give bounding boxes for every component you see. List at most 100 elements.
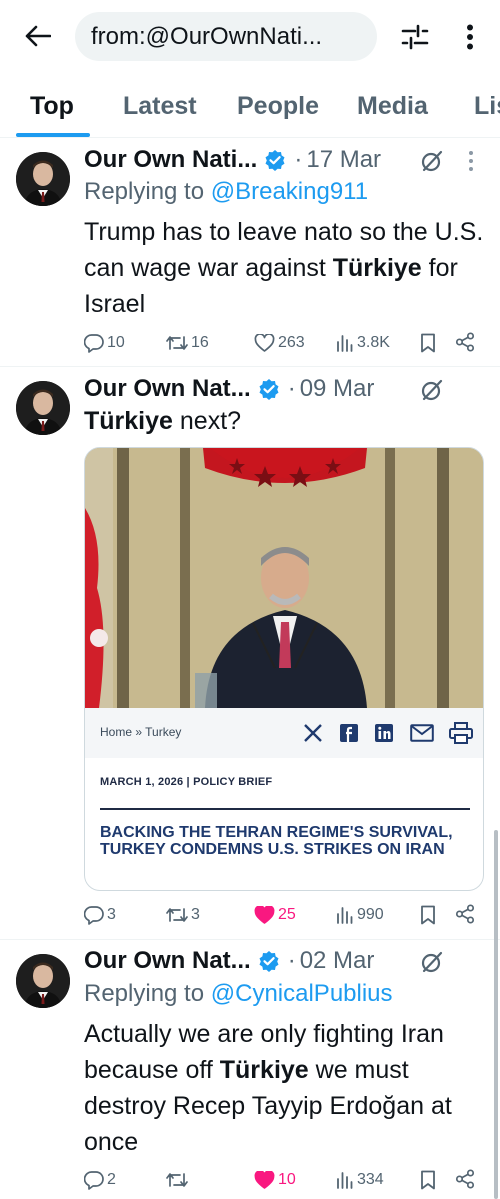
views-button[interactable]: 3.8K xyxy=(336,328,390,358)
reply-handle-link[interactable]: @CynicalPublius xyxy=(211,980,393,1007)
heart-filled-icon xyxy=(254,905,275,924)
author-name[interactable]: Our Own Nat... xyxy=(84,947,251,975)
repost-icon xyxy=(166,908,188,922)
reply-button[interactable]: 2 xyxy=(84,1165,116,1195)
verified-badge-icon xyxy=(259,951,279,972)
reply-icon xyxy=(84,334,104,353)
grok-icon[interactable] xyxy=(419,949,445,975)
article-photo[interactable] xyxy=(85,448,483,708)
tweet-more-icon[interactable] xyxy=(466,150,476,172)
tweet[interactable]: Our Own Nati... · 17 Mar Replying to @Br… xyxy=(0,138,500,367)
tweet-text-part: next? xyxy=(172,407,242,435)
article-nav-bar: Home » Turkey xyxy=(85,708,483,758)
views-button[interactable]: 990 xyxy=(336,900,384,930)
tab-people[interactable]: People xyxy=(237,92,319,121)
like-count: 263 xyxy=(278,334,305,351)
reply-count: 3 xyxy=(107,906,116,923)
repost-button[interactable] xyxy=(166,1165,191,1195)
bookmark-icon[interactable] xyxy=(420,905,436,925)
views-chart-icon xyxy=(337,1172,353,1189)
repost-icon xyxy=(166,1173,188,1187)
search-filter-button[interactable] xyxy=(398,20,432,54)
bookmark-icon[interactable] xyxy=(420,1170,436,1190)
avatar[interactable] xyxy=(16,152,70,206)
article-breadcrumb[interactable]: Home » Turkey xyxy=(100,725,181,739)
tab-latest[interactable]: Latest xyxy=(123,92,197,121)
tweet-date[interactable]: 09 Mar xyxy=(300,375,375,403)
embedded-article-card[interactable]: Home » Turkey MARCH 1, 2026 | POLICY BRI… xyxy=(84,447,484,891)
verified-badge-icon xyxy=(259,379,279,400)
view-count: 3.8K xyxy=(357,334,390,351)
separator-dot: · xyxy=(287,375,296,402)
views-button[interactable]: 334 xyxy=(336,1165,384,1195)
grok-icon[interactable] xyxy=(419,148,445,174)
search-tabs: Top Latest People Media Lis xyxy=(0,76,500,138)
tweet-actions: 3 3 25 990 xyxy=(84,900,484,930)
tweet-actions: 2 10 334 xyxy=(84,1165,484,1195)
tweet[interactable]: Our Own Nat... · 02 Mar Replying to @Cyn… xyxy=(0,940,500,1199)
replying-to-label: Replying to xyxy=(84,980,205,1007)
replying-to: Replying to @Breaking911 xyxy=(84,178,368,206)
tweet-text: Trump has to leave nato so the U.S. can … xyxy=(84,214,484,322)
tab-lists[interactable]: Lis xyxy=(474,92,500,121)
like-button[interactable]: 263 xyxy=(254,328,305,358)
grok-icon[interactable] xyxy=(419,377,445,403)
sliders-icon xyxy=(401,24,429,50)
like-button[interactable]: 25 xyxy=(254,900,296,930)
view-count: 990 xyxy=(357,906,384,923)
heart-filled-icon xyxy=(254,1170,275,1189)
arrow-left-icon xyxy=(25,25,51,47)
avatar[interactable] xyxy=(16,954,70,1008)
author-name[interactable]: Our Own Nat... xyxy=(84,375,251,403)
tweet-actions: 10 16 263 3.8K xyxy=(84,328,484,358)
reply-count: 2 xyxy=(107,1171,116,1188)
email-icon[interactable] xyxy=(409,724,434,742)
facebook-icon[interactable] xyxy=(339,723,359,743)
reply-button[interactable]: 3 xyxy=(84,900,116,930)
view-count: 334 xyxy=(357,1171,384,1188)
tweet-text: Actually we are only fighting Iran becau… xyxy=(84,1016,484,1160)
article-divider xyxy=(100,808,470,810)
repost-count: 16 xyxy=(191,334,209,351)
article-meta: MARCH 1, 2026 | POLICY BRIEF xyxy=(100,776,273,788)
avatar[interactable] xyxy=(16,381,70,435)
linkedin-icon[interactable] xyxy=(374,723,394,743)
vertical-ellipsis-icon xyxy=(467,24,473,50)
tweet-text: Türkiye next? xyxy=(84,403,484,439)
tweet-header: Our Own Nati... · 17 Mar xyxy=(84,144,381,176)
heart-icon xyxy=(254,333,275,352)
tweet-date[interactable]: 02 Mar xyxy=(300,947,375,975)
views-chart-icon xyxy=(337,335,353,352)
tweet-date[interactable]: 17 Mar xyxy=(306,146,381,174)
like-count: 25 xyxy=(278,906,296,923)
repost-button[interactable]: 16 xyxy=(166,328,209,358)
reply-handle-link[interactable]: @Breaking911 xyxy=(211,178,368,205)
reply-button[interactable]: 10 xyxy=(84,328,125,358)
article-share-icons xyxy=(303,720,473,746)
repost-button[interactable]: 3 xyxy=(166,900,200,930)
share-icon[interactable] xyxy=(455,1169,475,1189)
print-icon[interactable] xyxy=(449,722,473,744)
verified-badge-icon xyxy=(265,150,285,171)
share-icon[interactable] xyxy=(455,332,475,352)
tweet[interactable]: Our Own Nat... · 09 Mar Türkiye next? Ho… xyxy=(0,367,500,940)
like-count: 10 xyxy=(278,1171,296,1188)
tweet-text-bold: Türkiye xyxy=(84,407,173,435)
tweet-header: Our Own Nat... · 09 Mar xyxy=(84,373,374,405)
like-button[interactable]: 10 xyxy=(254,1165,296,1195)
share-icon[interactable] xyxy=(455,904,475,924)
tweet-header: Our Own Nat... · 02 Mar xyxy=(84,945,374,977)
x-logo-icon[interactable] xyxy=(303,723,323,743)
back-button[interactable] xyxy=(22,20,54,52)
author-name[interactable]: Our Own Nati... xyxy=(84,146,257,174)
bookmark-icon[interactable] xyxy=(420,333,436,353)
article-title[interactable]: BACKING THE TEHRAN REGIME'S SURVIVAL, TU… xyxy=(100,824,470,858)
search-field[interactable] xyxy=(75,12,377,61)
scrollbar[interactable] xyxy=(494,830,498,1199)
replying-to-label: Replying to xyxy=(84,178,205,205)
top-bar xyxy=(0,0,500,76)
search-input[interactable] xyxy=(91,22,361,51)
more-options-button[interactable] xyxy=(455,20,485,54)
tab-media[interactable]: Media xyxy=(357,92,428,121)
tab-top[interactable]: Top xyxy=(30,92,74,121)
